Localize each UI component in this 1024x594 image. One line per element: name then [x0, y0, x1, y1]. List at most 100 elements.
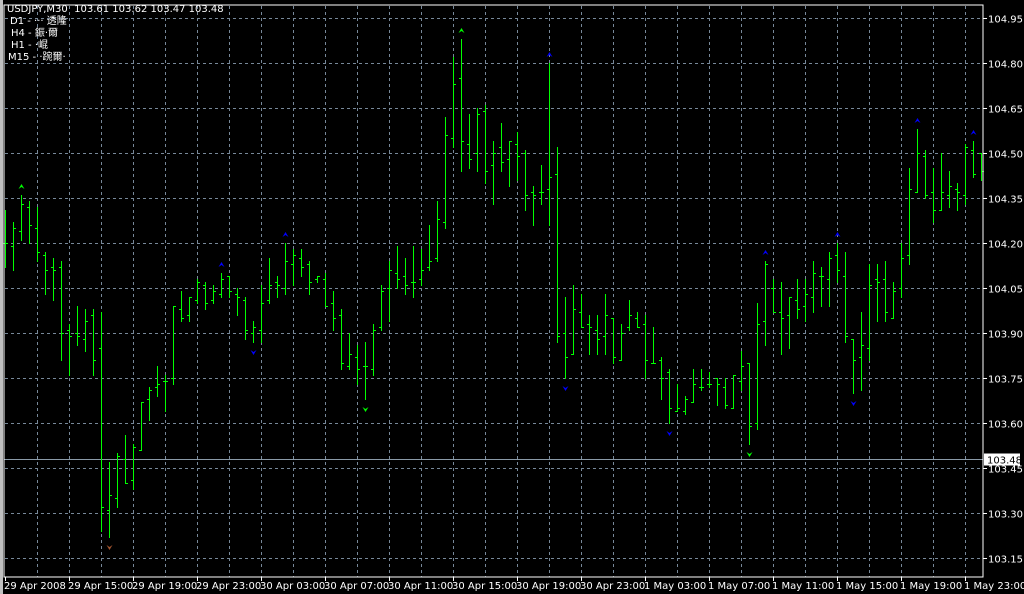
- ohlc-bar: [363, 342, 368, 400]
- ohlc-bar: [299, 249, 304, 277]
- price-tick-label: 104.65: [988, 105, 1023, 116]
- time-axis[interactable]: 29 Apr 2008 29 Apr 15:0029 Apr 19:0029 Ap…: [4, 577, 1024, 592]
- fractal-down-arrow-icon: [250, 350, 257, 355]
- ohlc-bar: [467, 114, 472, 169]
- ohlc-bar: [755, 303, 760, 430]
- ohlc-bar: [579, 294, 584, 328]
- ohlc-bar: [211, 285, 216, 304]
- fractal-down-arrow-icon: [562, 386, 569, 391]
- ohlc-bar: [75, 306, 80, 346]
- indicator-h1: H1 - ·崐: [11, 40, 49, 51]
- ohlc-bar: [907, 168, 912, 265]
- ohlc-bar: [331, 291, 336, 331]
- ohlc-bar: [347, 333, 352, 370]
- price-tick-label: 104.95: [988, 15, 1023, 26]
- ohlc-bar: [835, 243, 840, 283]
- ohlc-bar: [803, 279, 808, 322]
- ohlc-bar: [379, 285, 384, 331]
- ohlc-bar: [51, 258, 56, 301]
- ohlc-bar: [459, 39, 464, 172]
- time-tick-label: 1 May 19:00: [900, 581, 962, 592]
- fractal-up-arrow-icon: [458, 28, 465, 33]
- ohlc-bar: [667, 369, 672, 424]
- ohlc-bar: [339, 309, 344, 370]
- ohlc-bar: [59, 261, 64, 361]
- price-tick-label: 103.90: [988, 330, 1023, 341]
- time-tick-label: 29 Apr 2008: [4, 581, 66, 592]
- ohlc-readout: 103.61 103.62 103.47 103.48: [74, 4, 224, 15]
- ohlc-bar: [83, 309, 88, 352]
- ohlc-bar: [251, 321, 256, 343]
- ohlc-bar: [643, 315, 648, 379]
- time-tick-label: 30 Apr 19:00: [516, 581, 581, 592]
- fractal-up-arrow-icon: [218, 262, 225, 267]
- ohlc-bar: [707, 372, 712, 388]
- ohlc-bar: [275, 276, 280, 298]
- ohlc-bar: [955, 183, 960, 211]
- ohlc-bar: [291, 249, 296, 286]
- ohlc-bar: [307, 261, 312, 295]
- price-chart[interactable]: 104.95 104.80 104.65 104.50 104.35 104.20 104.…: [0, 0, 1024, 594]
- ohlc-bar: [27, 201, 32, 244]
- fractal-down-arrow-icon: [362, 407, 369, 412]
- ohlc-bar: [675, 384, 680, 412]
- ohlc-bar: [555, 147, 560, 343]
- time-tick-label: 29 Apr 15:00: [68, 581, 133, 592]
- price-axis[interactable]: 104.95 104.80 104.65 104.50 104.35 104.20 104.…: [983, 15, 1023, 566]
- price-tick-label: 104.50: [988, 150, 1023, 161]
- ohlc-bar: [947, 171, 952, 208]
- ohlc-bar: [499, 123, 504, 172]
- ohlc-bar: [779, 282, 784, 355]
- ohlc-bar: [939, 153, 944, 211]
- ohlc-bar: [595, 315, 600, 355]
- ohlc-bar: [515, 132, 520, 181]
- fractal-up-arrow-icon: [970, 130, 977, 135]
- ohlc-bar: [475, 108, 480, 172]
- ohlc-bar: [715, 378, 720, 406]
- symbol-timeframe: USDJPY,M30: [7, 4, 68, 15]
- price-tick-label: 104.80: [988, 60, 1023, 71]
- ohlc-bar: [859, 312, 864, 391]
- ohlc-bar: [315, 276, 320, 283]
- ohlc-bar: [11, 222, 16, 271]
- ohlc-bar: [619, 324, 624, 361]
- ohlc-bar: [795, 279, 800, 319]
- ohlc-bar: [739, 351, 744, 391]
- ohlc-bar: [507, 141, 512, 187]
- time-tick-label: 29 Apr 23:00: [196, 581, 261, 592]
- ohlc-bar: [259, 285, 264, 343]
- ohlc-bar: [171, 306, 176, 385]
- time-tick-label: 30 Apr 15:00: [452, 581, 517, 592]
- ohlc-bar: [899, 243, 904, 298]
- fractal-down-arrow-icon: [746, 452, 753, 457]
- ohlc-bar: [147, 387, 152, 421]
- fractal-up-arrow-icon: [282, 232, 289, 237]
- ohlc-bar: [611, 318, 616, 364]
- current-price-label: 103.48: [987, 456, 1022, 467]
- fractal-down-arrow-icon: [106, 545, 113, 550]
- ohlc-bar: [403, 258, 408, 295]
- ohlc-bar: [571, 285, 576, 355]
- ohlc-bar: [771, 279, 776, 313]
- ohlc-bar: [891, 282, 896, 319]
- time-tick-label: 30 Apr 23:00: [580, 581, 645, 592]
- ohlc-bar: [787, 297, 792, 349]
- time-tick-label: 30 Apr 07:00: [324, 581, 389, 592]
- indicator-m15: M15 - ·踠爾·: [8, 52, 66, 63]
- ohlc-bar: [651, 327, 656, 364]
- time-tick-label: 30 Apr 11:00: [388, 581, 453, 592]
- ohlc-bar: [563, 297, 568, 379]
- ohlc-bar: [627, 300, 632, 331]
- ohlc-bar: [435, 201, 440, 262]
- ohlc-bar: [523, 150, 528, 211]
- ohlc-bar: [35, 207, 40, 262]
- ohlc-bar: [747, 363, 752, 445]
- indicator-d1: D1 - ··· 透隆: [10, 16, 67, 27]
- ohlc-bar: [867, 264, 872, 361]
- ohlc-bar: [387, 261, 392, 322]
- price-tick-label: 103.75: [988, 375, 1023, 386]
- ohlc-bar: [187, 297, 192, 322]
- ohlc-bar: [875, 264, 880, 322]
- chart-title: USDJPY,M30 103.61 103.62 103.47 103.48: [7, 4, 224, 16]
- ohlc-bar: [323, 273, 328, 307]
